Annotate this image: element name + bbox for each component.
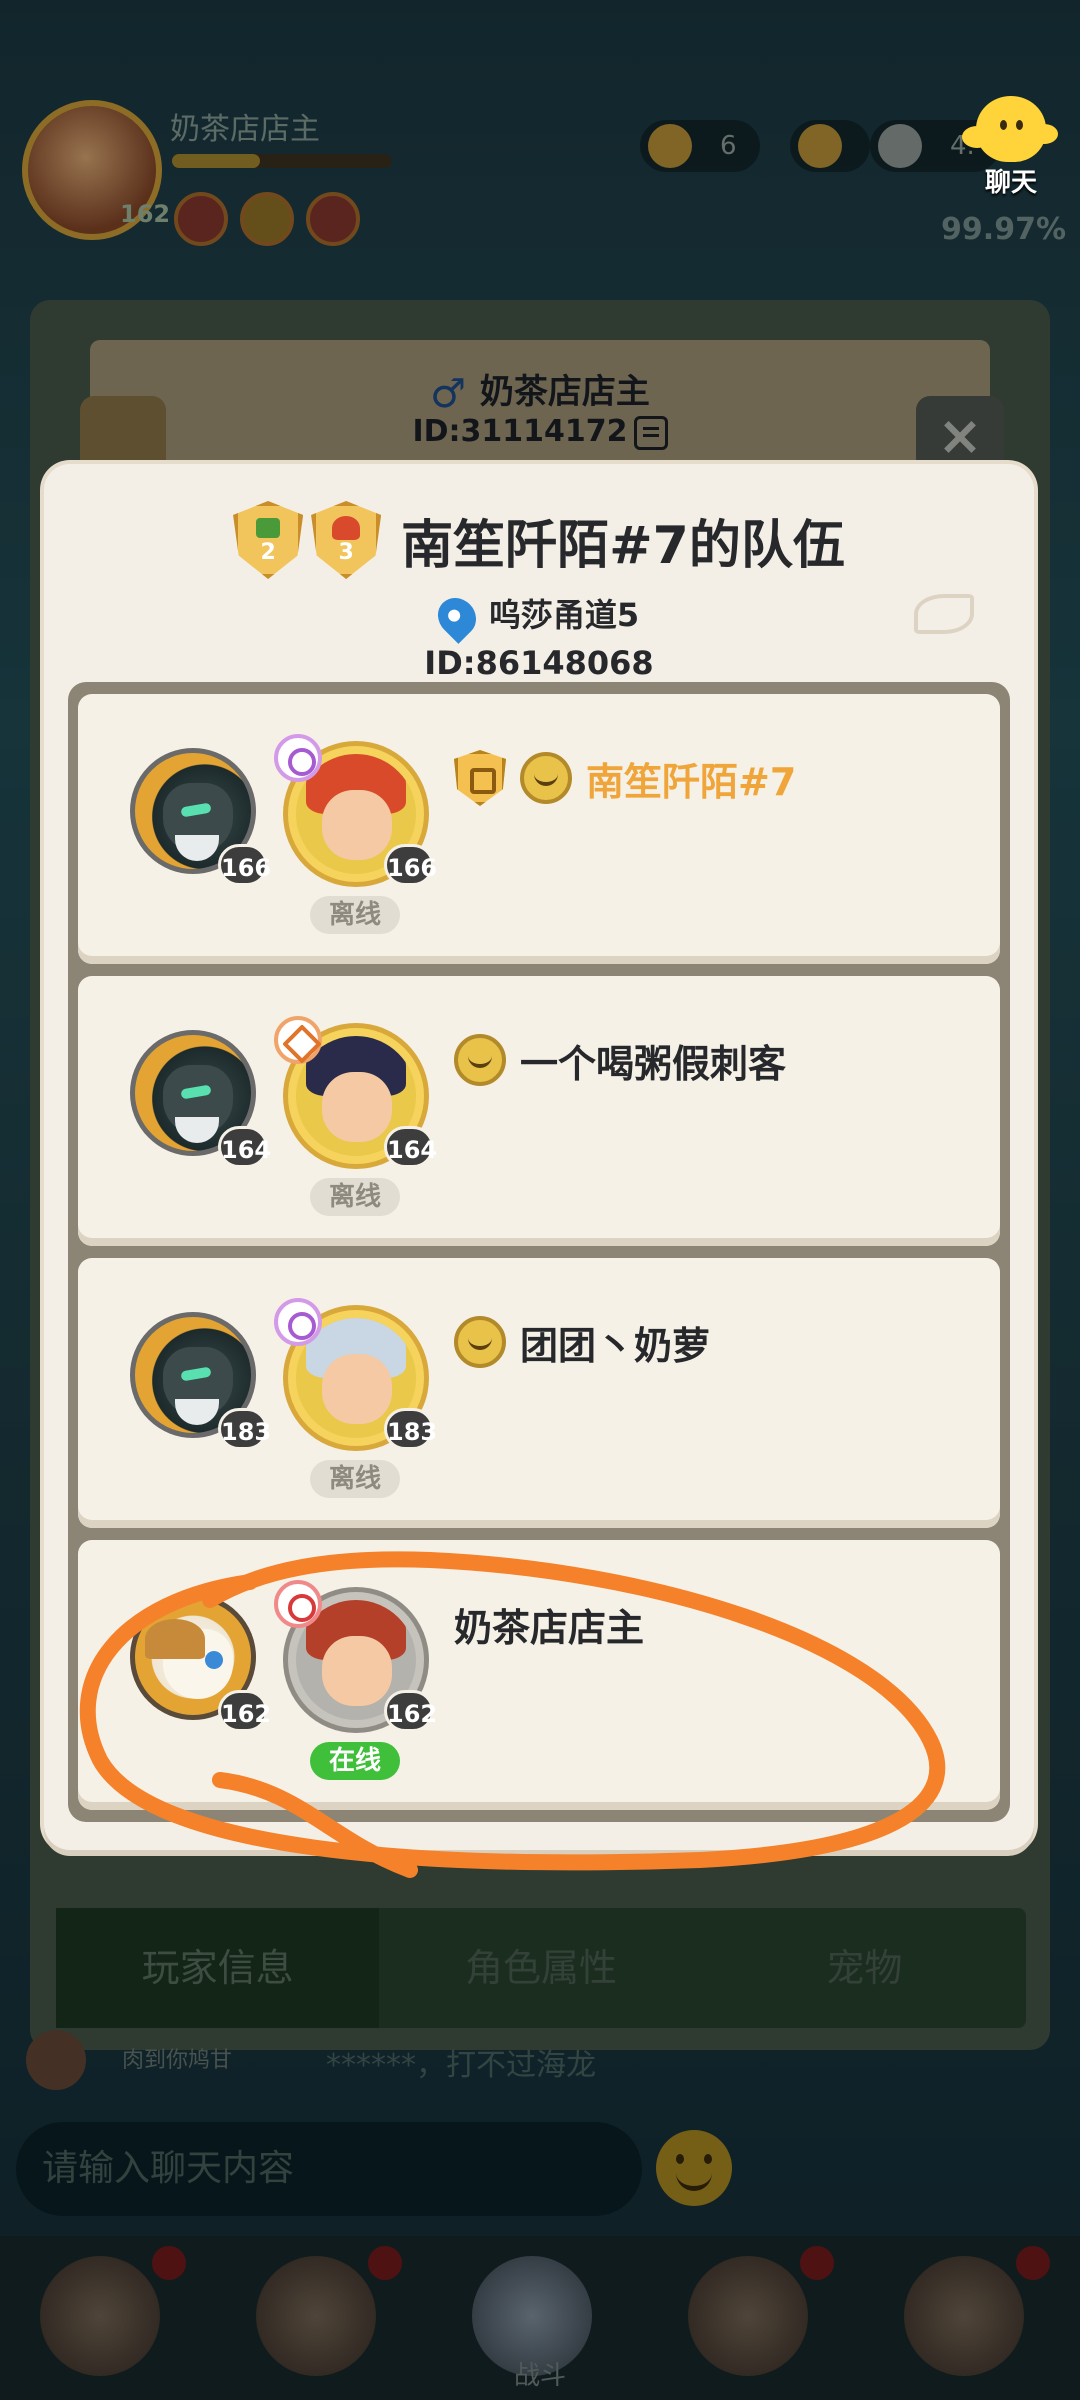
team-title-row: 2 3 南笙阡陌#7的队伍 [44,500,1034,580]
chat-button[interactable]: 聊天 [956,96,1066,198]
team-rank-badge: 3 [311,501,382,579]
rank-face-icon [520,752,572,804]
badge-level: 3 [338,540,354,565]
member-list: 166 166 离线 南笙阡陌#7 164 164 离线 一个喝粥假刺客 183… [68,682,1010,1822]
member-name-row: 奶茶店店主 [454,1594,644,1654]
eye [1000,120,1007,130]
hero-level: 164 [384,1126,437,1168]
role-icon [274,1016,322,1064]
member-name: 南笙阡陌#7 [586,759,797,804]
role-icon [274,1298,322,1346]
team-info-modal: 2 3 南笙阡陌#7的队伍 呜莎甬道5 ID:86148068 166 166 … [44,464,1034,1850]
hero-level: 162 [384,1690,437,1732]
member-name-row: 一个喝粥假刺客 [454,1030,786,1090]
hero-face [322,1072,392,1142]
badge-level: 2 [260,540,276,565]
pet-level: 164 [218,1126,271,1168]
role-icon [274,734,322,782]
member-card[interactable]: 183 183 离线 团团丶奶萝 [78,1258,1000,1528]
location-pin-icon [429,590,484,644]
member-name: 奶茶店店主 [454,1605,645,1650]
team-leader-icon [454,750,506,806]
member-name: 团团丶奶萝 [520,1323,711,1368]
decoration-icon [914,594,974,634]
rank-face-icon [454,1316,506,1368]
team-id: ID:86148068 [424,644,654,682]
status-badge: 离线 [310,896,400,934]
member-name-row: 团团丶奶萝 [454,1312,710,1372]
hero-face [322,1636,392,1706]
status-badge: 在线 [310,1742,400,1780]
member-name-row: 南笙阡陌#7 [454,748,796,808]
location-text: 呜莎甬道5 [488,596,640,634]
team-header: 2 3 南笙阡陌#7的队伍 呜莎甬道5 ID:86148068 [44,484,1034,684]
status-badge: 离线 [310,1460,400,1498]
team-rank-badge: 2 [233,501,304,579]
pet-level: 162 [218,1690,271,1732]
hero-level: 183 [384,1408,437,1450]
role-icon [274,1580,322,1628]
pet-jaw [175,835,219,861]
member-card[interactable]: 162 162 在线 奶茶店店主 [78,1540,1000,1810]
chat-bubble-icon [962,96,1058,162]
pet-level: 183 [218,1408,271,1450]
pet-jaw [175,1399,219,1425]
team-location: 呜莎甬道5 [44,590,1034,644]
member-name: 一个喝粥假刺客 [520,1041,787,1086]
status-badge: 离线 [310,1178,400,1216]
hero-face [322,1354,392,1424]
pet-hood [145,1619,205,1659]
pet-level: 166 [218,844,271,886]
member-card[interactable]: 166 166 离线 南笙阡陌#7 [78,694,1000,964]
member-card[interactable]: 164 164 离线 一个喝粥假刺客 [78,976,1000,1246]
pet-jaw [175,1117,219,1143]
team-title: 南笙阡陌#7的队伍 [401,515,845,576]
chat-label: 聊天 [984,168,1037,198]
eye [1016,120,1023,130]
hero-face [322,790,392,860]
rank-face-icon [454,1034,506,1086]
hero-level: 166 [384,844,437,886]
